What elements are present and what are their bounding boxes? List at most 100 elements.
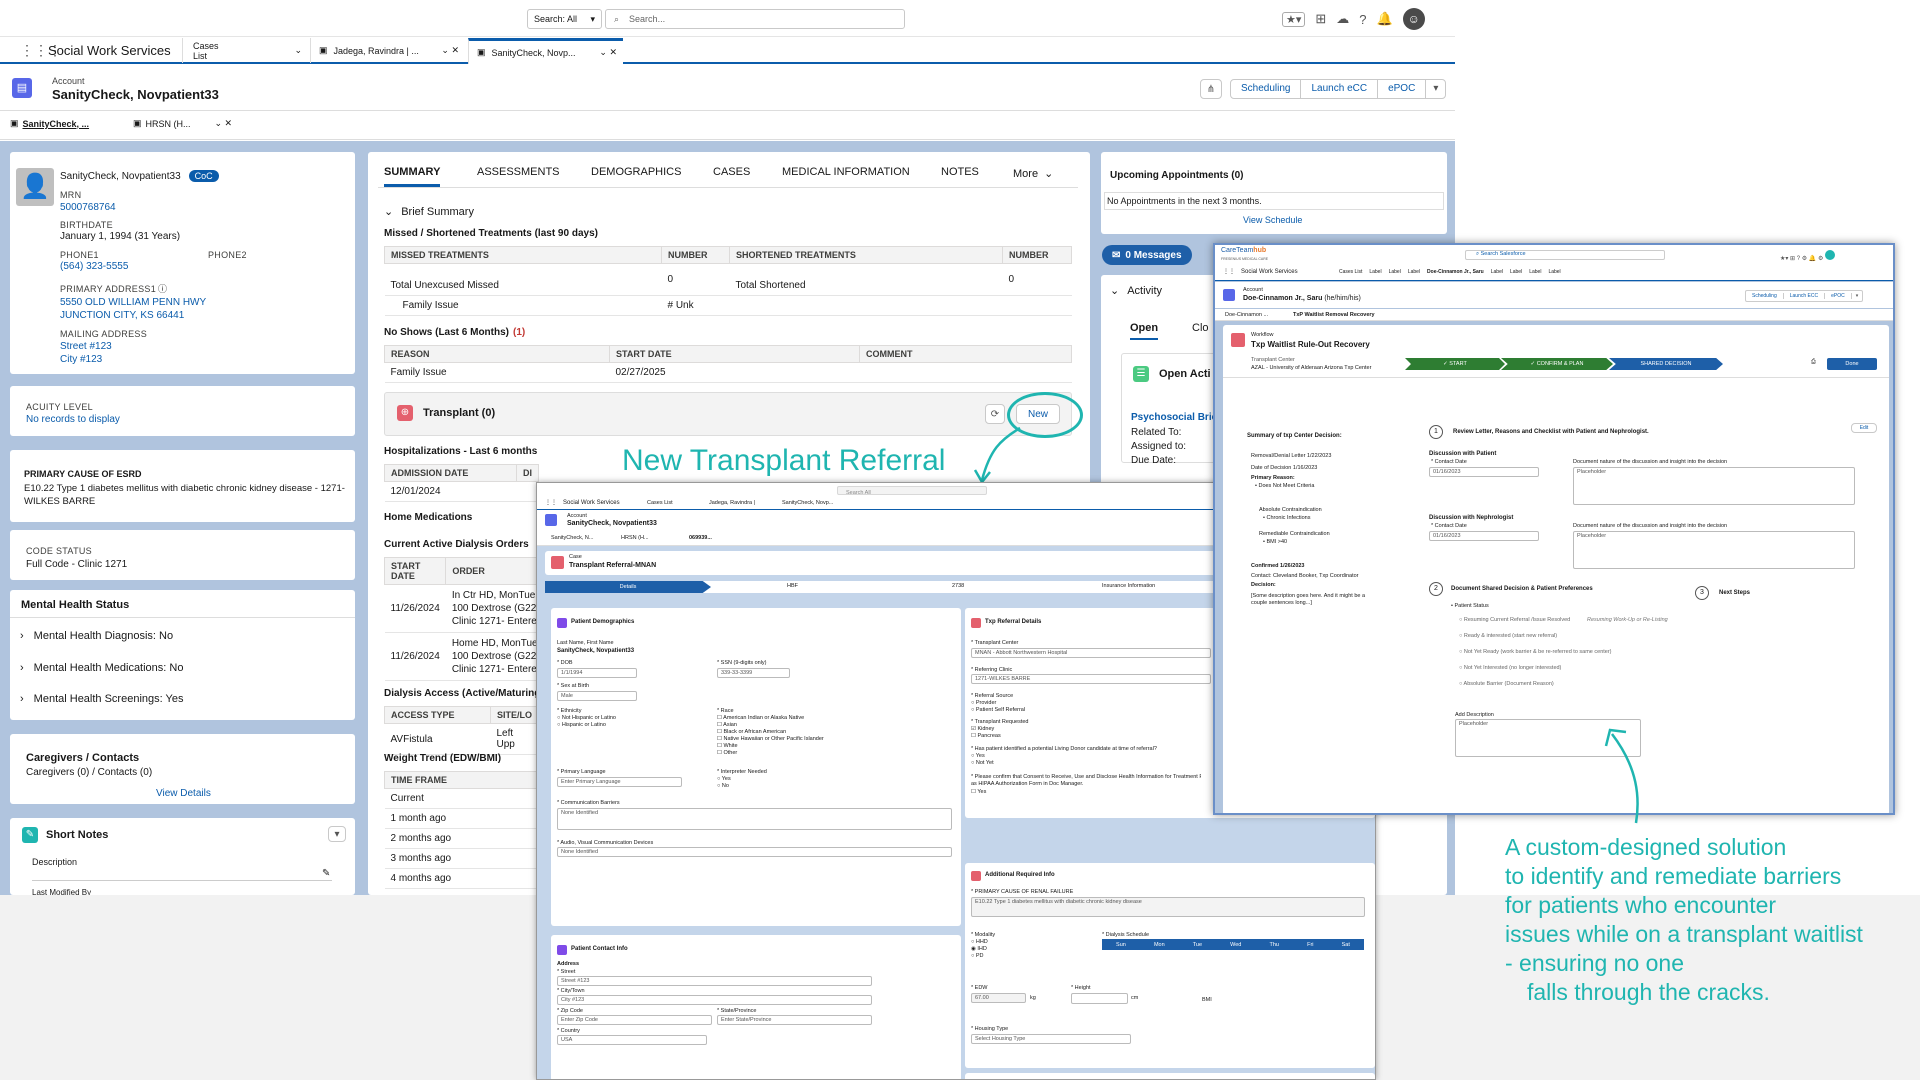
path-step-hbf[interactable]: HBF: [787, 583, 798, 589]
wf-subtab-2[interactable]: TxP Waitlist Removal Recovery: [1293, 312, 1375, 318]
wf-tab[interactable]: Cases List: [1339, 269, 1362, 275]
wf-scheduling-button[interactable]: Scheduling: [1746, 293, 1784, 299]
subtab-sanitycheck[interactable]: ▣ SanityCheck, ...: [10, 118, 89, 129]
height-input[interactable]: [1071, 993, 1128, 1004]
day-tue[interactable]: Tue: [1193, 942, 1202, 948]
wf-launch-ecc-button[interactable]: Launch ECC: [1784, 293, 1826, 299]
referral-tab-sanity[interactable]: SanityCheck, Novp...: [782, 500, 833, 506]
wf-tab[interactable]: Label: [1548, 269, 1560, 275]
status-option[interactable]: ○ Not Yet Interested (no longer interest…: [1459, 665, 1561, 671]
wf-step-shared[interactable]: SHARED DECISION: [1609, 358, 1723, 370]
source-option[interactable]: ○ Patient Self Referral: [971, 707, 1025, 713]
mrn-value[interactable]: 5000768764: [60, 202, 116, 213]
brief-summary-header[interactable]: ⌄ Brief Summary: [384, 205, 474, 219]
race-option[interactable]: ☐ White: [717, 743, 738, 749]
race-option[interactable]: ☐ Asian: [717, 722, 737, 728]
mailing-line1[interactable]: Street #123: [60, 341, 112, 352]
tab-demographics[interactable]: DEMOGRAPHICS: [591, 166, 681, 178]
epoc-button[interactable]: ePOC: [1378, 80, 1427, 98]
day-sun[interactable]: Sun: [1116, 942, 1126, 948]
modality-option[interactable]: ○ HHD: [971, 939, 988, 945]
wf-step-confirm[interactable]: ✓ CONFIRM & PLAN: [1501, 358, 1613, 370]
path-step-2738[interactable]: 2738: [952, 583, 964, 589]
dob-input[interactable]: 1/1/1994: [557, 668, 637, 678]
chevron-down-icon[interactable]: ⌄: [294, 45, 302, 56]
referral-subtab-1[interactable]: SanityCheck, N...: [551, 535, 594, 541]
modality-option[interactable]: ○ PD: [971, 953, 984, 959]
hierarchy-button[interactable]: ⋔: [1200, 79, 1222, 99]
city-input[interactable]: City #123: [557, 995, 872, 1005]
mh-screenings-row[interactable]: › Mental Health Screenings: Yes: [20, 693, 184, 705]
print-icon[interactable]: ⎙: [1811, 359, 1816, 366]
referral-subtab-3[interactable]: 069939...: [689, 535, 712, 541]
referral-app-launcher-icon[interactable]: ⋮⋮: [545, 499, 557, 506]
global-search-input[interactable]: ⌕ Search...: [605, 9, 905, 29]
referral-subtab-2[interactable]: HRSN (H...: [621, 535, 649, 541]
av-input[interactable]: None Identified: [557, 847, 952, 857]
address-line1[interactable]: 5550 OLD WILLIAM PENN HWY: [60, 297, 206, 308]
day-wed[interactable]: Wed: [1230, 942, 1241, 948]
info-icon[interactable]: ⓘ: [158, 282, 167, 295]
wf-tab[interactable]: Label: [1408, 269, 1420, 275]
view-details-link[interactable]: View Details: [156, 788, 211, 799]
race-option[interactable]: ☐ Native Hawaiian or Other Pacific Islan…: [717, 736, 824, 742]
view-schedule-link[interactable]: View Schedule: [1243, 215, 1302, 225]
wf-epoc-button[interactable]: ePOC: [1825, 293, 1852, 299]
zip-input[interactable]: Enter Zip Code: [557, 1015, 712, 1025]
wf-launcher-icon[interactable]: ⋮⋮: [1223, 268, 1235, 275]
edw-input[interactable]: 67.00: [971, 993, 1026, 1003]
comm-textarea[interactable]: None Identified: [557, 808, 952, 830]
sex-select[interactable]: Male: [557, 691, 637, 701]
mh-diagnosis-row[interactable]: › Mental Health Diagnosis: No: [20, 630, 173, 642]
activity-header[interactable]: ⌄ Activity: [1110, 284, 1162, 298]
notes-desc-field[interactable]: [32, 880, 332, 881]
mailing-line2[interactable]: City #123: [60, 354, 102, 365]
edit-icon[interactable]: ✎: [322, 868, 330, 879]
status-option[interactable]: ○ Ready & interested (start new referral…: [1459, 633, 1557, 639]
scheduling-button[interactable]: Scheduling: [1231, 80, 1302, 98]
activity-item-link[interactable]: Psychosocial Brie: [1131, 412, 1217, 423]
tab-notes[interactable]: NOTES: [941, 166, 979, 178]
chevron-down-icon[interactable]: ▾: [1426, 80, 1445, 98]
modality-option[interactable]: ◉ IHD: [971, 946, 987, 952]
race-option[interactable]: ☐ Black or African American: [717, 729, 786, 735]
day-sat[interactable]: Sat: [1342, 942, 1350, 948]
wf-subtab-1[interactable]: Doe-Cinnamon ...: [1225, 312, 1268, 318]
source-option[interactable]: ○ Provider: [971, 700, 996, 706]
trailhead-icon[interactable]: ☁: [1336, 11, 1349, 27]
messages-button[interactable]: ✉ 0 Messages: [1102, 245, 1192, 265]
subtab-hrsn[interactable]: ▣ HRSN (H... ⌄ ✕: [133, 118, 232, 129]
help-icon[interactable]: ?: [1359, 12, 1366, 27]
launch-ecc-button[interactable]: Launch eCC: [1301, 80, 1379, 98]
state-input[interactable]: Enter State/Province: [717, 1015, 872, 1025]
mh-medications-row[interactable]: › Mental Health Medications: No: [20, 662, 183, 674]
status-option[interactable]: ○ Absolute Barrier (Document Reason): [1459, 681, 1554, 687]
close-icon[interactable]: ⌄ ✕: [599, 47, 617, 58]
donor-option[interactable]: ○ Yes: [971, 753, 985, 759]
contact-date-input-1[interactable]: 01/16/2023: [1429, 467, 1539, 477]
consent-option[interactable]: ☐ Yes: [971, 789, 986, 795]
tab-medical-information[interactable]: MEDICAL INFORMATION: [782, 166, 910, 178]
wf-tab[interactable]: Label: [1529, 269, 1541, 275]
favorites-icon[interactable]: ★▾: [1282, 11, 1306, 27]
doc-textarea-2[interactable]: Placeholder: [1573, 531, 1855, 569]
ethnicity-option[interactable]: ○ Hispanic or Latino: [557, 722, 606, 728]
wf-tab[interactable]: Doe-Cinnamon Jr., Saru: [1427, 269, 1484, 275]
contact-date-input-2[interactable]: 01/16/2023: [1429, 531, 1539, 541]
referral-tab-cases[interactable]: Cases List: [647, 500, 673, 506]
tab-jadega[interactable]: ▣ Jadega, Ravindra | ... ⌄ ✕: [310, 38, 465, 63]
tab-sanitycheck[interactable]: ▣ SanityCheck, Novp... ⌄ ✕: [468, 38, 623, 64]
referral-tab-jadega[interactable]: Jadega, Ravindra |: [709, 500, 755, 506]
path-step-details[interactable]: Details: [545, 581, 711, 593]
edit-button[interactable]: Edit: [1851, 423, 1877, 433]
wf-tab[interactable]: Label: [1369, 269, 1381, 275]
clinic-lookup[interactable]: 1271-WILKES BARRE: [971, 674, 1211, 684]
activity-tab-closed[interactable]: Clo: [1192, 322, 1209, 334]
donor-option[interactable]: ○ Not Yet: [971, 760, 994, 766]
phone1-value[interactable]: (564) 323-5555: [60, 261, 128, 272]
activity-tab-open[interactable]: Open: [1130, 322, 1159, 340]
address-line2[interactable]: JUNCTION CITY, KS 66441: [60, 310, 184, 321]
race-option[interactable]: ☐ Other: [717, 750, 737, 756]
doc-textarea-1[interactable]: Placeholder: [1573, 467, 1855, 505]
close-icon[interactable]: ⌄ ✕: [441, 45, 459, 56]
